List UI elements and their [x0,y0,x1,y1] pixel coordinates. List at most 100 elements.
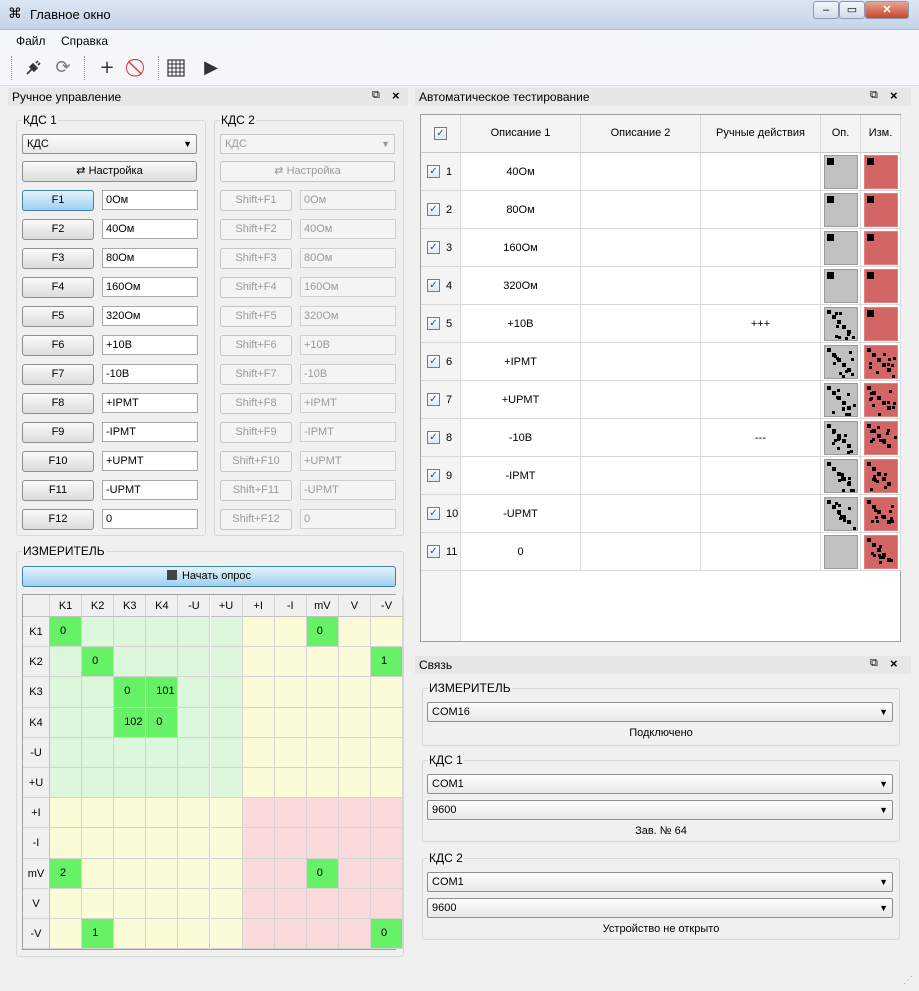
row-checkbox[interactable]: ✓ [427,203,440,216]
kds1-value-field[interactable]: +IPMT [102,393,198,413]
kds1-value-field[interactable]: -UPMT [102,480,198,500]
kds2-value-field[interactable]: -IPMT [300,422,396,442]
play-icon[interactable]: ▶ [198,56,224,80]
maximize-button[interactable]: ▭ [839,1,865,19]
row-header[interactable]: ✓ 2 [421,191,461,229]
row-header[interactable]: ✓ 11 [421,533,461,571]
plug-icon[interactable] [20,56,46,80]
kds1-settings-button[interactable]: ⇄ Настройка [22,161,197,182]
minimize-button[interactable]: – [813,1,839,19]
kds2-port-select[interactable]: COM1 ▼ [427,872,893,892]
kds1-value-field[interactable]: 320Ом [102,306,198,326]
kds2-value-field[interactable]: 40Ом [300,219,396,239]
kds1-value-field[interactable]: -IPMT [102,422,198,442]
izm-cell[interactable] [861,267,901,305]
kds2-settings-button[interactable]: ⇄ Настройка [220,161,395,182]
kds2-key-button[interactable]: Shift+F10 [220,451,292,472]
row-header[interactable]: ✓ 1 [421,153,461,191]
row-header[interactable]: ✓ 6 [421,343,461,381]
kds1-value-field[interactable]: 80Ом [102,248,198,268]
kds1-value-field[interactable]: +UPMT [102,451,198,471]
op-cell[interactable] [821,191,861,229]
resize-grip-icon[interactable]: ⋰ [903,975,915,987]
op-cell[interactable] [821,419,861,457]
kds1-key-button[interactable]: F11 [22,480,94,501]
row-header[interactable]: ✓ 8 [421,419,461,457]
kds1-value-field[interactable]: 0Ом [102,190,198,210]
kds1-key-button[interactable]: F12 [22,509,94,530]
kds1-key-button[interactable]: F4 [22,277,94,298]
kds1-value-field[interactable]: 0 [102,509,198,529]
float-icon[interactable]: ⧉ [870,89,878,102]
kds1-port-select[interactable]: COM1 ▼ [427,774,893,794]
row-checkbox[interactable]: ✓ [427,469,440,482]
row-header[interactable]: ✓ 3 [421,229,461,267]
kds1-baud-select[interactable]: 9600 ▼ [427,800,893,820]
float-icon[interactable]: ⧉ [372,89,380,102]
izm-cell[interactable] [861,419,901,457]
izm-cell[interactable] [861,533,901,571]
op-cell[interactable] [821,457,861,495]
close-icon[interactable]: × [392,88,400,103]
kds2-key-button[interactable]: Shift+F11 [220,480,292,501]
kds2-value-field[interactable]: +UPMT [300,451,396,471]
kds2-baud-select[interactable]: 9600 ▼ [427,898,893,918]
kds2-value-field[interactable]: -UPMT [300,480,396,500]
kds2-value-field[interactable]: -10В [300,364,396,384]
refresh-icon[interactable]: ⟳ [50,56,76,80]
row-header[interactable]: ✓ 4 [421,267,461,305]
kds1-key-button[interactable]: F9 [22,422,94,443]
kds1-key-button[interactable]: F3 [22,248,94,269]
row-checkbox[interactable]: ✓ [427,545,440,558]
select-all-header[interactable]: ✓ [421,115,461,153]
row-checkbox[interactable]: ✓ [427,165,440,178]
op-cell[interactable] [821,229,861,267]
kds2-key-button[interactable]: Shift+F2 [220,219,292,240]
kds1-value-field[interactable]: -10В [102,364,198,384]
kds2-key-button[interactable]: Shift+F8 [220,393,292,414]
kds2-key-button[interactable]: Shift+F6 [220,335,292,356]
kds2-key-button[interactable]: Shift+F5 [220,306,292,327]
kds2-key-button[interactable]: Shift+F7 [220,364,292,385]
izm-cell[interactable] [861,495,901,533]
row-header[interactable]: ✓ 5 [421,305,461,343]
menu-file[interactable]: Файл [16,34,46,48]
stop-icon[interactable]: ⃠ [126,56,152,80]
op-cell[interactable] [821,305,861,343]
izm-cell[interactable] [861,381,901,419]
kds2-value-field[interactable]: 160Ом [300,277,396,297]
kds2-value-field[interactable]: 320Ом [300,306,396,326]
row-checkbox[interactable]: ✓ [427,507,440,520]
kds1-value-field[interactable]: 160Ом [102,277,198,297]
row-checkbox[interactable]: ✓ [427,241,440,254]
izm-cell[interactable] [861,343,901,381]
kds2-key-button[interactable]: Shift+F9 [220,422,292,443]
kds1-key-button[interactable]: F8 [22,393,94,414]
kds1-key-button[interactable]: F7 [22,364,94,385]
op-cell[interactable] [821,381,861,419]
close-icon[interactable]: × [890,88,898,103]
kds2-select[interactable]: КДС ▼ [220,134,395,154]
izm-cell[interactable] [861,229,901,267]
row-checkbox[interactable]: ✓ [427,355,440,368]
kds2-value-field[interactable]: 80Ом [300,248,396,268]
kds1-key-button[interactable]: F6 [22,335,94,356]
kds2-key-button[interactable]: Shift+F12 [220,509,292,530]
kds1-select[interactable]: КДС ▼ [22,134,197,154]
op-cell[interactable] [821,153,861,191]
float-icon[interactable]: ⧉ [870,657,878,670]
kds1-key-button[interactable]: F1 [22,190,94,211]
start-polling-button[interactable]: Начать опрос [22,566,396,587]
row-checkbox[interactable]: ✓ [427,317,440,330]
kds1-value-field[interactable]: +10В [102,335,198,355]
izm-cell[interactable] [861,191,901,229]
row-checkbox[interactable]: ✓ [427,431,440,444]
meter-port-select[interactable]: COM16 ▼ [427,702,893,722]
close-window-button[interactable]: ✕ [865,1,909,19]
row-header[interactable]: ✓ 9 [421,457,461,495]
menu-help[interactable]: Справка [61,34,108,48]
kds2-value-field[interactable]: 0 [300,509,396,529]
op-cell[interactable] [821,343,861,381]
row-checkbox[interactable]: ✓ [427,279,440,292]
kds2-value-field[interactable]: +10В [300,335,396,355]
